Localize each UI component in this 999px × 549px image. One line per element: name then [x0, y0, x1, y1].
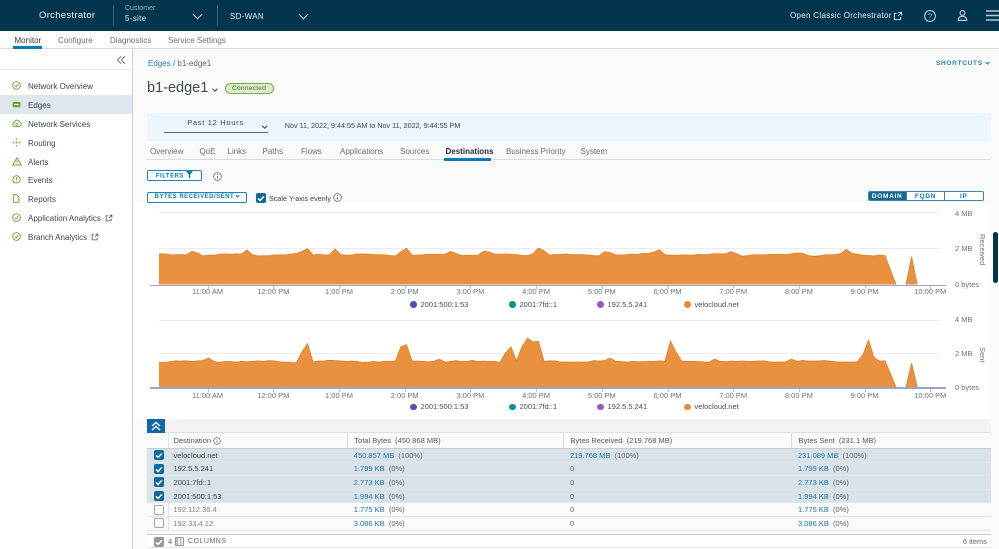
- svg-text:?: ?: [928, 11, 932, 20]
